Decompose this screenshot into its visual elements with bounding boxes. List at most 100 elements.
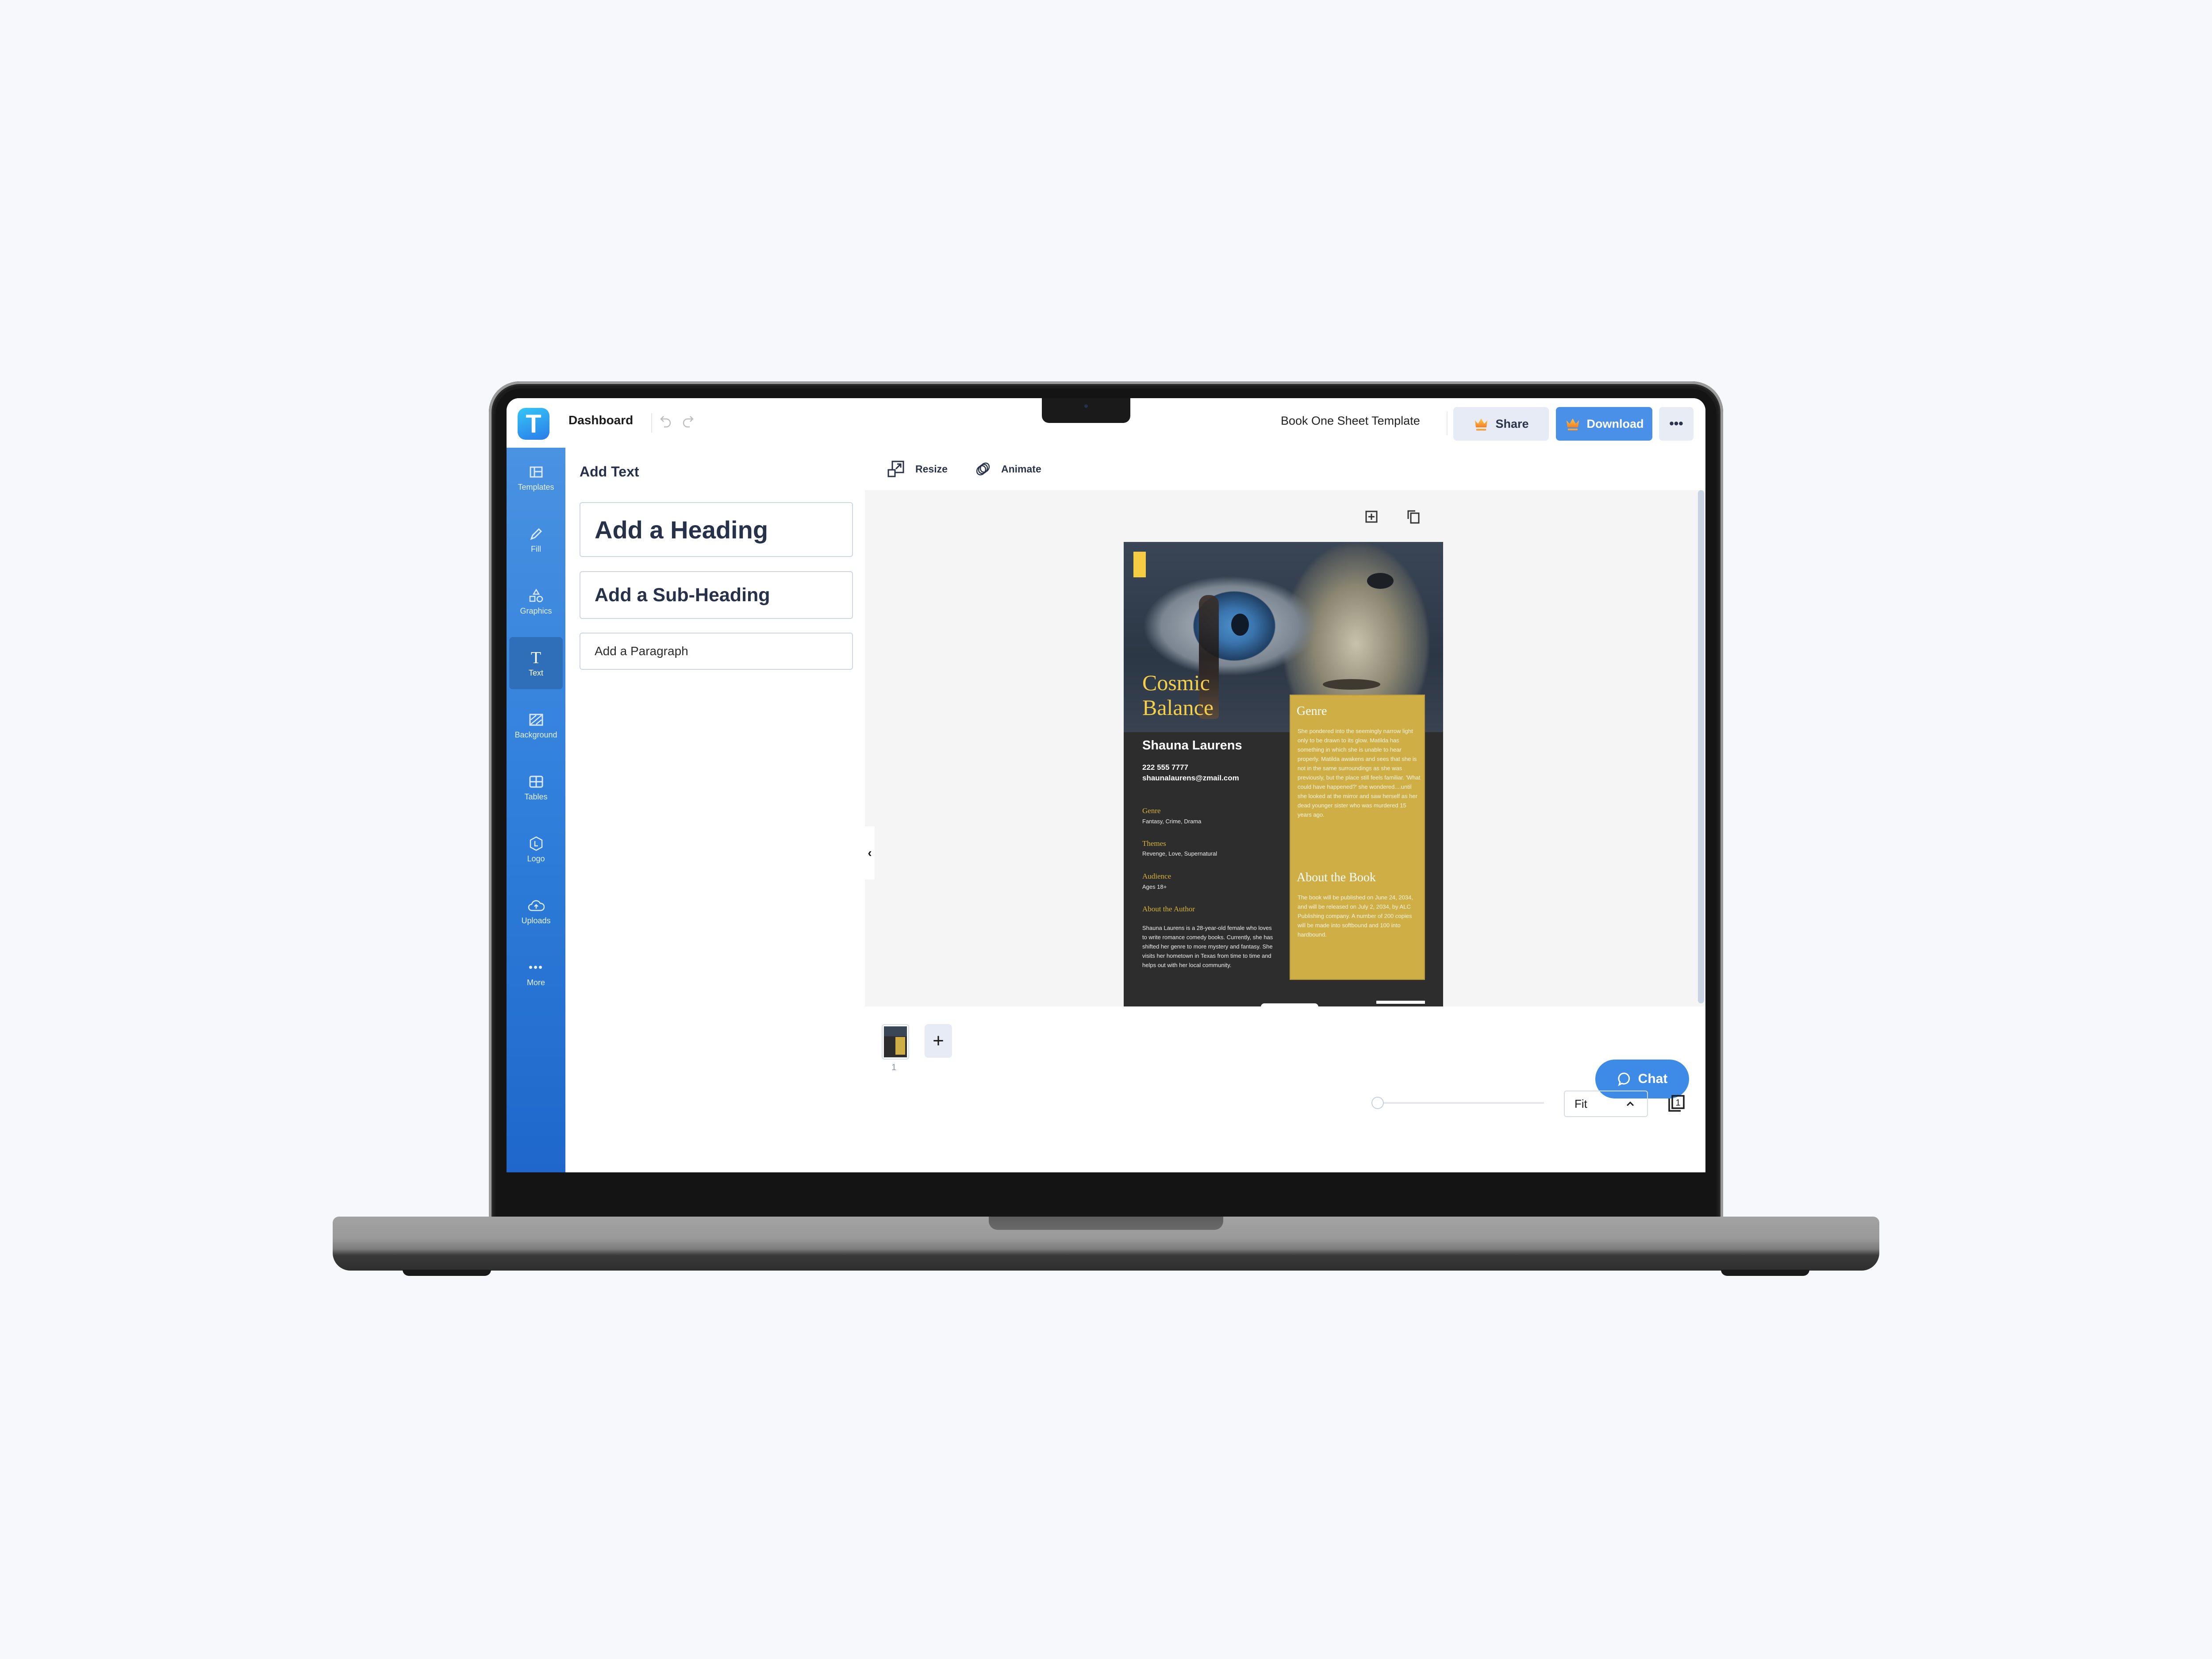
undo-icon [660,416,671,428]
resize-button[interactable]: Resize [887,458,948,480]
add-page-button[interactable]: + [925,1024,952,1058]
zoom-mode-select[interactable]: Fit [1564,1091,1648,1117]
pencil-icon [527,525,545,543]
more-icon: ••• [528,960,544,974]
sidebar-item-label: Tables [524,792,548,801]
panel-title: Add Text [580,464,639,480]
sidebar-item-label: Logo [527,854,545,863]
share-button[interactable]: Share [1453,407,1549,441]
synopsis-box[interactable]: Genre She pondered into the seemingly na… [1290,695,1425,980]
sidebar-item-label: Text [528,668,543,677]
app-screen: T Dashboard Book One Sheet Template Shar… [507,398,1705,1172]
zoom-slider-track[interactable] [1376,1102,1544,1104]
canvas-toolbar: Resize Animate [865,448,1705,491]
author-phone[interactable]: 222 555 7777 [1142,763,1188,772]
chevron-left-icon: ‹ [868,846,872,860]
resize-label: Resize [915,463,948,475]
add-text-panel: Add Text Add a Heading Add a Sub-Heading… [565,448,866,1172]
crown-icon [1475,419,1488,430]
author-name[interactable]: Shauna Laurens [1142,738,1242,753]
genre-label[interactable]: Genre [1142,806,1161,815]
mask-mouth [1323,679,1380,690]
animate-button[interactable]: Animate [975,458,1041,480]
copy-icon [1407,510,1420,524]
mask-eye [1367,573,1394,589]
crown-icon [1566,419,1579,430]
logo-icon [527,835,545,853]
chat-bubble-icon [1618,1072,1630,1086]
sidebar-item-text[interactable]: T Text [509,637,563,689]
laptop-foot-right [1721,1270,1809,1276]
dashboard-link[interactable]: Dashboard [568,413,633,427]
genre-value[interactable]: Fantasy, Crime, Drama [1142,818,1201,825]
add-page-icon-button[interactable] [1363,508,1380,526]
yellow-bookmark-shape[interactable] [1133,552,1146,577]
download-label: Download [1586,417,1644,430]
plus-icon: + [933,1030,944,1052]
camera-icon [1084,404,1088,408]
duplicate-page-button[interactable] [1405,508,1422,526]
resize-icon [887,461,904,477]
themes-value[interactable]: Revenge, Love, Supernatural [1142,850,1217,857]
themes-label[interactable]: Themes [1142,839,1166,848]
sidebar-item-background[interactable]: Background [509,699,563,751]
shapes-icon [527,587,545,605]
add-box-icon [1365,511,1378,523]
page-count-badge: 1 [1675,1098,1680,1108]
background-icon [527,711,545,729]
add-subheading-button[interactable]: Add a Sub-Heading [580,571,853,619]
more-options-button[interactable]: ••• [1659,407,1694,441]
sidebar-item-fill[interactable]: Fill [509,513,563,565]
add-paragraph-button[interactable]: Add a Paragraph [580,633,853,670]
add-heading-button[interactable]: Add a Heading [580,502,853,557]
audience-value[interactable]: Ages 18+ [1142,883,1167,890]
laptop-hinge-notch [989,1217,1223,1230]
canvas-scrollbar[interactable] [1698,490,1704,1003]
laptop-foot-left [403,1270,491,1276]
animate-label: Animate [1001,463,1041,475]
book-one-sheet-page[interactable]: Cosmic Balance Shauna Laurens 222 555 77… [1124,542,1443,1029]
sidebar-item-label: Uploads [521,916,551,925]
about-book-text: The book will be published on June 24, 2… [1298,894,1413,938]
download-button[interactable]: Download [1556,407,1652,441]
about-author-text[interactable]: Shauna Laurens is a 28-year-old female w… [1142,923,1275,970]
zoom-slider-handle[interactable] [1371,1097,1384,1109]
sidebar-item-logo[interactable]: Logo [509,823,563,875]
decorative-line[interactable] [1376,1001,1425,1004]
undo-button[interactable] [657,411,675,434]
chevron-up-icon [1626,1101,1634,1106]
page-thumbnail[interactable] [882,1024,909,1060]
about-book-label: About the Book [1297,871,1376,884]
header-divider [1447,411,1448,435]
about-author-label[interactable]: About the Author [1142,905,1195,914]
sidebar-item-label: Templates [518,482,554,492]
header-divider [651,413,652,433]
page-strip: 1 + Chat Fit 1 [865,1006,1705,1172]
collapse-panel-button[interactable]: ‹ [865,826,875,879]
title-line-1: Cosmic [1142,670,1210,695]
app-logo[interactable]: T [518,408,549,440]
document-title[interactable]: Book One Sheet Template [1281,414,1420,428]
sidebar-item-label: Fill [531,544,541,553]
templates-icon [527,463,545,481]
text-icon: T [530,648,541,667]
sidebar-item-label: Background [515,730,557,739]
page-view-button[interactable]: 1 [1667,1094,1686,1114]
author-email[interactable]: shaunalaurens@zmail.com [1142,774,1239,783]
sidebar-item-tables[interactable]: Tables [509,761,563,813]
sidebar-item-more[interactable]: ••• More [509,947,563,999]
audience-label[interactable]: Audience [1142,872,1171,881]
title-line-2: Balance [1142,695,1214,720]
box-genre-text: She pondered into the seemingly narrow l… [1298,728,1421,818]
design-canvas: Cosmic Balance Shauna Laurens 222 555 77… [865,490,1705,1029]
sidebar-item-templates[interactable]: Templates [509,451,563,503]
redo-button[interactable] [679,411,697,434]
sidebar-item-graphics[interactable]: Graphics [509,575,563,627]
cloud-upload-icon [527,897,545,914]
zoom-mode-value: Fit [1575,1097,1587,1110]
table-icon [527,773,545,791]
sidebar-item-uploads[interactable]: Uploads [509,885,563,937]
box-genre-label: Genre [1297,704,1327,718]
share-label: Share [1495,417,1529,430]
book-title[interactable]: Cosmic Balance [1142,670,1214,720]
